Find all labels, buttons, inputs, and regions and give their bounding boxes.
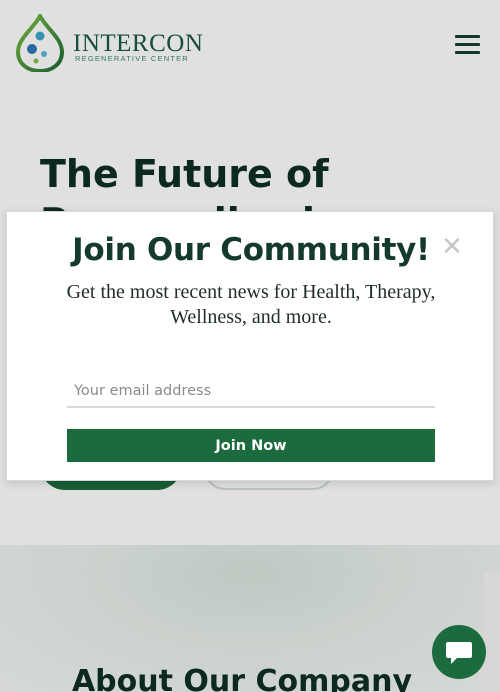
close-icon[interactable]: ✕	[439, 234, 465, 260]
email-field[interactable]	[67, 375, 435, 408]
chat-button[interactable]	[432, 625, 486, 679]
modal-title: Join Our Community!	[72, 232, 430, 268]
modal-description: Get the most recent news for Health, The…	[66, 281, 436, 328]
newsletter-modal: Join Our Community! ✕ Get the most recen…	[6, 211, 494, 481]
join-now-button[interactable]: Join Now	[67, 429, 435, 462]
chat-bubble-icon	[446, 642, 472, 664]
